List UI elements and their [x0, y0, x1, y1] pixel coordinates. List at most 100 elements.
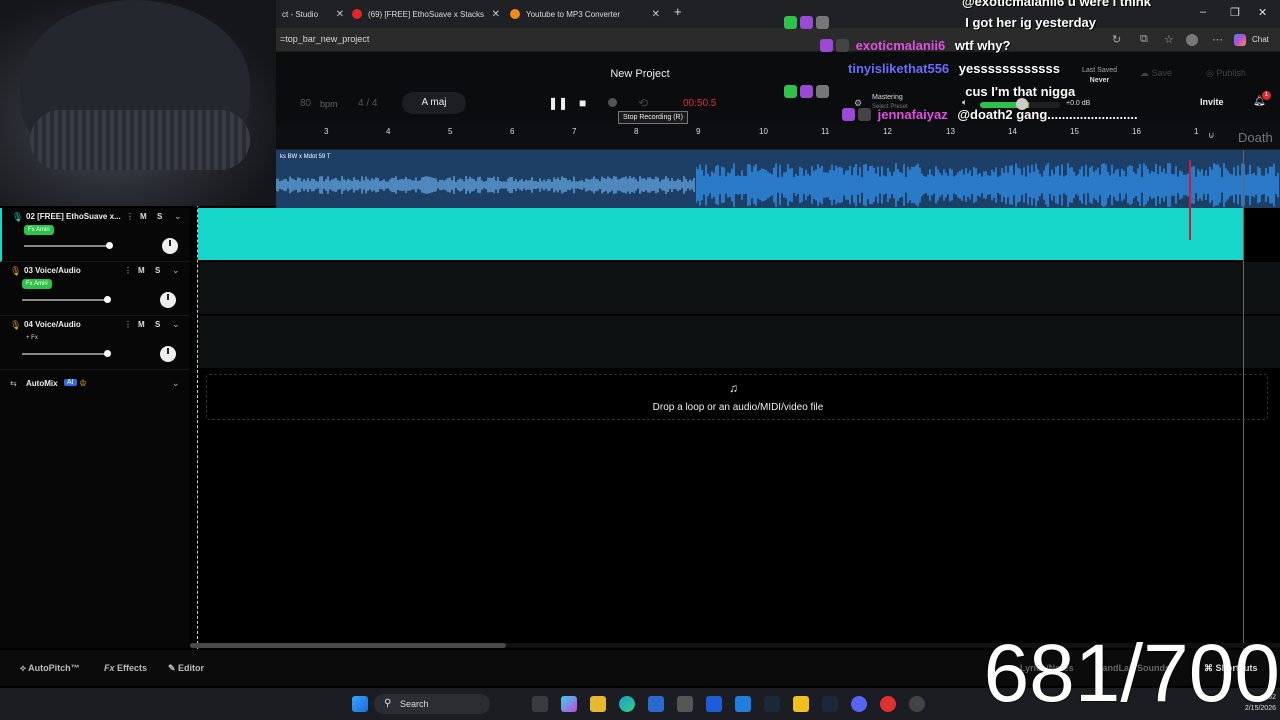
badge-icon: [800, 85, 813, 98]
chat-text: wtf why?: [954, 38, 1011, 53]
solo-button[interactable]: S: [157, 212, 162, 221]
editor-button[interactable]: ✎ Editor: [168, 663, 204, 674]
more-icon[interactable]: ⋮: [126, 212, 134, 221]
badge-icon: [784, 85, 797, 98]
chat-text: @doath2 gang.........................: [957, 107, 1138, 122]
bpm-value[interactable]: 80: [300, 98, 311, 109]
autopitch-icon: ⟡: [20, 663, 29, 673]
opera-icon[interactable]: [880, 696, 896, 712]
webcam-overlay: [0, 0, 276, 206]
stop-icon[interactable]: ■: [579, 96, 586, 110]
record-icon[interactable]: [608, 98, 617, 107]
mail-icon[interactable]: [735, 696, 751, 712]
track-name[interactable]: 04 Voice/Audio: [24, 320, 81, 329]
track-header-02[interactable]: 🎙︎ 02 [FREE] EthoSuave x... ⋮ M S ⌄ Fx A…: [0, 208, 190, 262]
pencil-icon: ✎: [168, 663, 179, 673]
save-button[interactable]: ☁ Save: [1140, 68, 1172, 79]
close-tab-icon[interactable]: ✕: [652, 9, 660, 20]
chevron-down-icon[interactable]: ⌄: [172, 265, 180, 276]
steam-icon[interactable]: [822, 696, 838, 712]
store-icon[interactable]: [648, 696, 664, 712]
copilot-app-icon[interactable]: [561, 696, 577, 712]
favorites-icon[interactable]: ☆: [1164, 33, 1174, 46]
key-selector[interactable]: A maj: [402, 92, 466, 114]
tab-mp3-converter[interactable]: Youtube to MP3 Converter ✕: [510, 4, 660, 24]
chat-button[interactable]: Chat: [1252, 35, 1269, 44]
extensions-icon[interactable]: ⧉: [1140, 33, 1148, 46]
invite-button[interactable]: Invite: [1200, 97, 1224, 107]
more-icon[interactable]: ⋮: [124, 320, 132, 329]
automix-row[interactable]: ⇆ AutoMix AI ♔ ⌄: [0, 376, 190, 396]
maximize-icon[interactable]: ❐: [1230, 6, 1240, 19]
drop-zone[interactable]: ♫ Drop a loop or an audio/MIDI/video fil…: [206, 374, 1268, 420]
taskbar-search[interactable]: ⚲ Search: [374, 694, 490, 714]
close-window-icon[interactable]: ✕: [1258, 6, 1267, 19]
close-tab-icon[interactable]: ✕: [336, 9, 344, 20]
effects-button[interactable]: Fx Effects: [104, 663, 147, 673]
volume-slider[interactable]: [22, 299, 108, 301]
track-header-04[interactable]: 🎙︎ 04 Voice/Audio ⋮ M S ⌄ + Fx: [0, 316, 190, 370]
magnet-icon[interactable]: ⊍: [1208, 130, 1215, 141]
scrollbar-thumb[interactable]: [190, 643, 506, 648]
mute-button[interactable]: M: [138, 320, 145, 329]
publish-button[interactable]: ◎ Publish: [1206, 68, 1246, 79]
loop-icon[interactable]: ⟲: [638, 96, 648, 110]
windows-start-icon[interactable]: [352, 696, 368, 712]
app-icon[interactable]: [706, 696, 722, 712]
copilot-icon[interactable]: [1234, 34, 1246, 46]
track-name[interactable]: 02 [FREE] EthoSuave x...: [26, 212, 121, 221]
ruler-tick: 10: [759, 127, 768, 136]
more-icon[interactable]: ⋮: [124, 266, 132, 275]
ruler-tick: 9: [696, 127, 701, 136]
obs-icon[interactable]: [909, 696, 925, 712]
app-icon[interactable]: [677, 696, 693, 712]
audio-region[interactable]: ks BW x Mdot 59 T: [276, 150, 1280, 208]
chevron-down-icon[interactable]: ⌄: [172, 319, 180, 330]
profile-avatar[interactable]: [1186, 34, 1198, 46]
chevron-down-icon[interactable]: ⌄: [174, 211, 182, 222]
refresh-icon[interactable]: ↻: [1112, 33, 1121, 46]
track-lane-03[interactable]: [198, 262, 1280, 314]
pan-knob[interactable]: [160, 346, 176, 362]
edge-icon[interactable]: [619, 696, 635, 712]
volume-slider[interactable]: [24, 245, 110, 247]
fx-badge[interactable]: Fx Amiri: [22, 279, 52, 289]
close-tab-icon[interactable]: ✕: [492, 9, 500, 20]
pan-knob[interactable]: [160, 292, 176, 308]
track-header-03[interactable]: 🎙︎ 03 Voice/Audio ⋮ M S ⌄ Fx Amiri: [0, 262, 190, 316]
add-fx-button[interactable]: + Fx: [22, 333, 42, 343]
steam-icon[interactable]: [764, 696, 780, 712]
more-menu-icon[interactable]: ⋯: [1212, 33, 1223, 46]
track-lane-04[interactable]: [198, 316, 1280, 368]
tab-studio[interactable]: ct - Studio ✕: [282, 4, 344, 24]
minimize-icon[interactable]: –: [1200, 6, 1206, 18]
mute-button[interactable]: M: [140, 212, 147, 221]
volume-slider-knob[interactable]: [104, 296, 111, 303]
tab-youtube-video[interactable]: (69) [FREE] EthoSuave x Stacks BW ✕: [352, 4, 500, 24]
last-saved-label: Last Saved: [1082, 67, 1118, 74]
pause-icon[interactable]: ❚❚: [548, 96, 568, 110]
timeline-ruler[interactable]: 3 4 5 6 7 8 9 10 11 12 13 14 15 16 1 ⊍ D…: [190, 124, 1280, 150]
chat-text: I got her ig yesterday: [965, 15, 1097, 30]
volume-slider[interactable]: [22, 353, 108, 355]
file-explorer-icon[interactable]: [590, 696, 606, 712]
track-name[interactable]: 03 Voice/Audio: [24, 266, 81, 275]
pan-knob[interactable]: [162, 238, 178, 254]
solo-button[interactable]: S: [155, 320, 160, 329]
project-title[interactable]: New Project: [540, 68, 740, 80]
rockstar-icon[interactable]: [793, 696, 809, 712]
fx-badge[interactable]: Fx Amiri: [24, 225, 54, 235]
globe-icon: ◎: [1206, 68, 1217, 78]
chevron-down-icon[interactable]: ⌄: [172, 378, 180, 389]
solo-button[interactable]: S: [155, 266, 160, 275]
new-tab-icon[interactable]: +: [674, 4, 682, 19]
time-signature[interactable]: 4 / 4: [358, 98, 377, 109]
autopitch-button[interactable]: ⟡ AutoPitch™: [20, 663, 80, 674]
track-lane-02-region[interactable]: [198, 208, 1244, 260]
discord-icon[interactable]: [851, 696, 867, 712]
task-view-icon[interactable]: [532, 696, 548, 712]
volume-slider-knob[interactable]: [106, 242, 113, 249]
url-field[interactable]: =top_bar_new_project: [280, 34, 369, 44]
volume-slider-knob[interactable]: [104, 350, 111, 357]
mute-button[interactable]: M: [138, 266, 145, 275]
